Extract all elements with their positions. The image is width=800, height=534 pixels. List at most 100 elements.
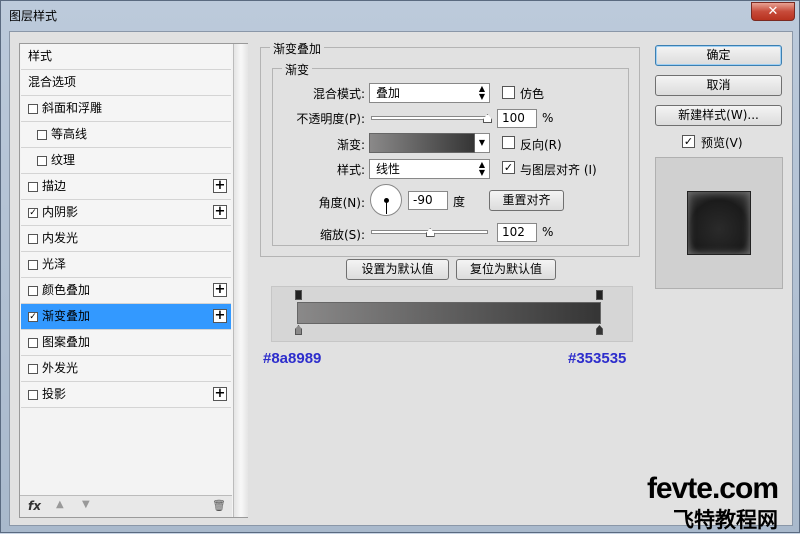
new-style-button[interactable]: 新建样式(W)...	[655, 105, 782, 126]
sidebar-item-checkbox[interactable]	[28, 260, 38, 270]
dither-checkbox[interactable]	[502, 86, 515, 99]
sidebar-item-label: 外发光	[42, 361, 79, 375]
opacity-label: 不透明度(P):	[296, 112, 365, 126]
sidebar-item[interactable]: 混合选项	[21, 70, 231, 96]
style-preview-box	[655, 157, 783, 289]
sidebar-item-label: 混合选项	[28, 75, 77, 89]
align-with-layer-label: 与图层对齐 (I)	[520, 163, 597, 177]
sidebar-item-label: 颜色叠加	[42, 283, 91, 297]
sidebar-item-checkbox[interactable]	[28, 182, 38, 192]
sidebar-item-label: 等高线	[51, 127, 88, 141]
reverse-label: 反向(R)	[520, 138, 562, 152]
trash-icon[interactable]: 🗑	[212, 499, 226, 512]
gradient-preview-swatch[interactable]	[369, 133, 475, 153]
gradient-editor-bar[interactable]	[297, 302, 601, 324]
sidebar-item[interactable]: 光泽	[21, 252, 231, 278]
sidebar-item[interactable]: 纹理	[21, 148, 231, 174]
opacity-slider-track[interactable]	[371, 116, 488, 120]
sidebar-item[interactable]: 图案叠加	[21, 330, 231, 356]
add-effect-icon[interactable]: +	[213, 387, 227, 401]
set-as-default-button[interactable]: 设置为默认值	[346, 259, 449, 280]
blend-mode-select[interactable]: 叠加 ▲ ▼	[369, 83, 490, 103]
reverse-checkbox[interactable]	[502, 136, 515, 149]
style-list-panel: 样式混合选项斜面和浮雕等高线纹理描边 + ✓ 内阴影 + 内发光光泽颜色叠加 + ✓ 渐变叠加 +…	[19, 43, 248, 518]
sidebar-item[interactable]: ✓ 内阴影 +	[21, 200, 231, 226]
sidebar-item-checkbox[interactable]	[28, 338, 38, 348]
reset-to-default-button[interactable]: 复位为默认值	[456, 259, 556, 280]
gradient-label: 渐变:	[336, 138, 365, 152]
sidebar-item-label: 渐变叠加	[42, 309, 91, 323]
add-effect-icon[interactable]: +	[213, 205, 227, 219]
sidebar-item[interactable]: 投影 +	[21, 382, 231, 408]
scale-label: 缩放(S):	[319, 228, 365, 242]
cancel-button[interactable]: 取消	[655, 75, 782, 96]
preview-checkbox[interactable]: ✓	[682, 135, 695, 148]
sidebar-item-checkbox[interactable]: ✓	[28, 208, 38, 218]
sidebar-item-label: 样式	[28, 49, 53, 63]
sidebar-item[interactable]: 等高线	[21, 122, 231, 148]
angle-unit: 度	[453, 195, 466, 209]
sidebar-item[interactable]: 描边 +	[21, 174, 231, 200]
align-with-layer-checkbox[interactable]: ✓	[502, 161, 515, 174]
sidebar-item-checkbox[interactable]	[37, 130, 47, 140]
sidebar-item-label: 描边	[42, 179, 67, 193]
end-color-hex: #353535	[568, 350, 627, 367]
sidebar-item[interactable]: 颜色叠加 +	[21, 278, 231, 304]
sidebar-item[interactable]: ✓ 渐变叠加 +	[21, 304, 231, 330]
sidebar-item-label: 纹理	[51, 153, 76, 167]
close-button[interactable]: ✕	[751, 2, 795, 21]
opacity-stop-left[interactable]	[295, 290, 302, 300]
angle-dial-center	[384, 198, 389, 203]
dialog-body: 样式混合选项斜面和浮雕等高线纹理描边 + ✓ 内阴影 + 内发光光泽颜色叠加 + ✓ 渐变叠加 +…	[9, 31, 793, 532]
title-bar[interactable]: 图层样式 ✕	[1, 1, 800, 29]
sidebar-item[interactable]: 内发光	[21, 226, 231, 252]
sidebar-item-checkbox[interactable]	[28, 390, 38, 400]
sidebar-item[interactable]: 外发光	[21, 356, 231, 382]
style-list: 样式混合选项斜面和浮雕等高线纹理描边 + ✓ 内阴影 + 内发光光泽颜色叠加 + ✓ 渐变叠加 +…	[20, 44, 232, 494]
blend-mode-label: 混合模式:	[312, 87, 365, 101]
opacity-unit: %	[542, 111, 554, 125]
angle-dial[interactable]	[370, 184, 402, 216]
opacity-stop-right[interactable]	[596, 290, 603, 300]
watermark-url: fevte.com	[646, 472, 779, 505]
style-list-toolbar: fx ▲ ▼ 🗑	[20, 495, 232, 517]
style-value: 线性	[376, 162, 401, 176]
gradient-dropdown-icon[interactable]: ▼	[475, 133, 490, 153]
select-arrows-icon: ▲ ▼	[478, 84, 485, 101]
sidebar-item-label: 内阴影	[42, 205, 79, 219]
add-effect-icon[interactable]: +	[213, 179, 227, 193]
preview-label: 预览(V)	[701, 136, 743, 150]
add-effect-icon[interactable]: +	[213, 283, 227, 297]
style-select[interactable]: 线性 ▲ ▼	[369, 159, 490, 179]
ok-button[interactable]: 确定	[655, 45, 782, 66]
move-up-icon[interactable]: ▲	[56, 499, 64, 510]
style-list-scrollbar[interactable]	[233, 44, 248, 517]
sidebar-item-label: 光泽	[42, 257, 67, 271]
sidebar-item-checkbox[interactable]	[28, 364, 38, 374]
fx-icon[interactable]: fx	[28, 499, 41, 513]
reset-align-button[interactable]: 重置对齐	[489, 190, 564, 211]
window-title: 图层样式	[9, 9, 58, 23]
style-label: 样式:	[336, 163, 365, 177]
style-preview-thumbnail	[687, 191, 751, 255]
watermark-site-name: 飞特教程网	[673, 508, 778, 532]
move-down-icon[interactable]: ▼	[82, 499, 90, 510]
layer-style-dialog: 图层样式 ✕ 样式混合选项斜面和浮雕等高线纹理描边 + ✓ 内阴影 + 内发光光泽颜色叠加…	[0, 0, 800, 533]
add-effect-icon[interactable]: +	[213, 309, 227, 323]
sidebar-item-checkbox[interactable]	[28, 104, 38, 114]
scale-input[interactable]: 102	[497, 223, 537, 242]
angle-label: 角度(N):	[318, 196, 365, 210]
sidebar-item[interactable]: 样式	[21, 44, 231, 70]
sidebar-item-label: 内发光	[42, 231, 79, 245]
sidebar-item-checkbox[interactable]	[28, 286, 38, 296]
angle-input[interactable]: -90	[408, 191, 448, 210]
sidebar-item-checkbox[interactable]	[37, 156, 47, 166]
opacity-input[interactable]: 100	[497, 109, 537, 128]
sidebar-item[interactable]: 斜面和浮雕	[21, 96, 231, 122]
sidebar-item-checkbox[interactable]: ✓	[28, 312, 38, 322]
sidebar-item-checkbox[interactable]	[28, 234, 38, 244]
gradient-overlay-title: 渐变叠加	[270, 40, 325, 57]
start-color-hex: #8a8989	[263, 350, 322, 367]
dither-label: 仿色	[520, 87, 545, 101]
sidebar-item-label: 图案叠加	[42, 335, 91, 349]
